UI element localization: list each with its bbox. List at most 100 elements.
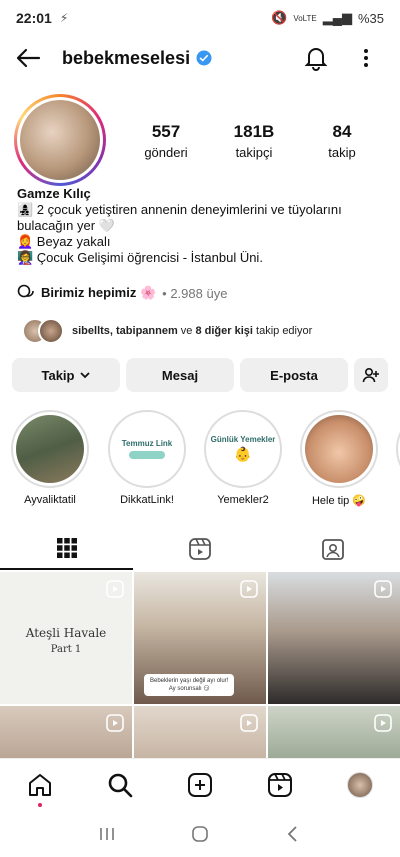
highlight-item[interactable]: Günlük Yemekler 👶 Yemekler2 [203,410,283,506]
chat-bubbles-icon [17,284,34,298]
profile-photo [20,100,100,180]
plus-square-icon [188,773,212,797]
post-caption-line: Part 1 [50,644,82,655]
reels-icon [188,538,211,560]
story-highlights: Ayvaliktatil Temmuz Link DikkatLink! Gün… [0,410,400,510]
highlight-cover: Günlük Yemekler 👶 [209,415,277,483]
following-label: takip [328,145,356,160]
community-link[interactable]: Birimiz hepimiz 🌸 • 2.988 üye [17,284,227,302]
nav-home[interactable] [26,771,54,807]
followers-label: takipçi [235,145,273,160]
profile-username: bebekmeselesi [62,47,191,68]
mute-icon: 🔇 [271,10,288,25]
chevron-down-icon [79,372,90,379]
reel-indicator-icon [374,580,392,598]
more-options-button[interactable] [352,44,380,72]
reel-indicator-icon [240,580,258,598]
reel-indicator-icon [240,714,258,732]
highlight-cover-text: Günlük Yemekler [210,435,276,444]
toggle-graphic [129,451,165,459]
following-stat[interactable]: 84 takip [302,122,382,160]
nav-profile[interactable] [346,771,374,799]
back-button[interactable] [14,44,42,72]
message-button[interactable]: Mesaj [126,358,234,392]
profile-actions: Takip Mesaj E-posta [12,358,388,392]
suggest-users-button[interactable] [354,358,388,392]
tab-reels[interactable] [133,528,266,570]
system-navigation-bar [0,810,400,857]
email-label: E-posta [270,367,318,383]
followed-by-text: sibellts, tabipannem ve 8 diğer kişi tak… [72,325,313,337]
bio-line-2: 👩‍🦰 Beyaz yakalı [17,234,111,249]
activity-icon: ⚡ [59,11,69,25]
message-label: Mesaj [161,367,199,383]
profile-tabs [0,528,400,570]
nav-reels[interactable] [266,771,294,799]
search-icon [108,773,133,798]
followed-by[interactable]: sibellts, tabipannem ve 8 diğer kişi tak… [22,318,312,344]
posts-label: gönderi [144,145,188,160]
followers-stat[interactable]: 181B takipçi [214,122,294,160]
network-label: VoLTE [293,13,317,23]
tagged-person-icon [321,539,344,560]
highlight-item[interactable]: Ayvaliktatil [10,410,90,506]
profile-avatar[interactable] [14,94,106,186]
highlight-label: Yemekler2 [217,494,269,506]
following-count: 84 [332,122,352,141]
followed-by-others: 8 diğer kişi [195,325,253,337]
posts-count: 557 [151,122,181,141]
notification-button[interactable] [302,44,330,72]
back-chevron-icon[interactable] [284,825,302,843]
follow-label: Takip [41,367,75,383]
post-grid: Ateşli Havale Part 1 Bebeklerin yaşı değ… [0,572,400,758]
profile-bio: Gamze Kılıç 👩‍👧‍👦 2 çocuk yetiştiren ann… [17,186,387,266]
battery-label: %35 [357,10,384,26]
post-thumbnail[interactable]: Ateşli Havale Part 1 [0,572,132,704]
status-right: 🔇 VoLTE ▂▄▆ %35 [271,10,384,26]
highlight-cover-text: Temmuz Link [121,439,173,448]
bio-line-3: 👩‍🏫 Çocuk Gelişimi öğrencisi - İstanbul … [17,250,263,265]
post-thumbnail[interactable]: Bebeklerin yaşı değil ayı olur! Ay sorun… [134,572,266,704]
post-thumbnail[interactable] [268,572,400,704]
highlight-label: Hele tip 🤪 [311,495,367,507]
email-button[interactable]: E-posta [240,358,348,392]
community-name: Birimiz hepimiz 🌸 [41,285,157,300]
follow-button[interactable]: Takip [12,358,120,392]
highlight-item[interactable]: Hele tip 🤪 [299,410,379,507]
reel-indicator-icon [106,580,124,598]
status-time: 22:01 [16,10,52,26]
post-thumbnail[interactable] [268,706,400,758]
profile-header: bebekmeselesi [0,38,400,78]
followed-by-names: sibellts, tabipannem [72,325,178,337]
nav-search[interactable] [106,771,134,799]
baby-icon: 👶 [234,446,252,462]
recent-apps-icon[interactable] [98,825,116,843]
followers-count: 181B [233,122,275,141]
highlight-label: DikkatLink! [120,494,174,506]
highlight-item[interactable] [395,410,400,488]
tab-posts[interactable] [0,528,133,570]
home-icon [29,774,51,796]
bottom-navigation [0,758,400,810]
notification-dot [38,803,42,807]
follower-avatar [38,318,64,344]
tab-tagged[interactable] [266,528,399,570]
reel-indicator-icon [106,714,124,732]
arrow-left-icon [16,48,41,68]
bio-line-1: 👩‍👧‍👦 2 çocuk yetiştiren annenin deneyim… [17,202,342,233]
home-circle-icon[interactable] [191,825,209,843]
verified-badge-icon [196,50,212,66]
bell-icon [304,48,328,71]
community-members: • 2.988 üye [162,285,228,301]
posts-stat[interactable]: 557 gönderi [126,122,206,160]
post-overlay-text: Bebeklerin yaşı değil ayı olur! Ay sorun… [144,674,235,696]
profile-summary: 557 gönderi 181B takipçi 84 takip [14,94,386,188]
post-thumbnail[interactable] [0,706,132,758]
reels-icon [268,773,292,797]
highlight-item[interactable]: Temmuz Link DikkatLink! [107,410,187,506]
post-thumbnail[interactable] [134,706,266,758]
grid-icon [56,538,77,558]
nav-create[interactable] [186,771,214,799]
signal-icon: ▂▄▆ [322,10,352,25]
profile-name: Gamze Kılıç [17,186,91,201]
